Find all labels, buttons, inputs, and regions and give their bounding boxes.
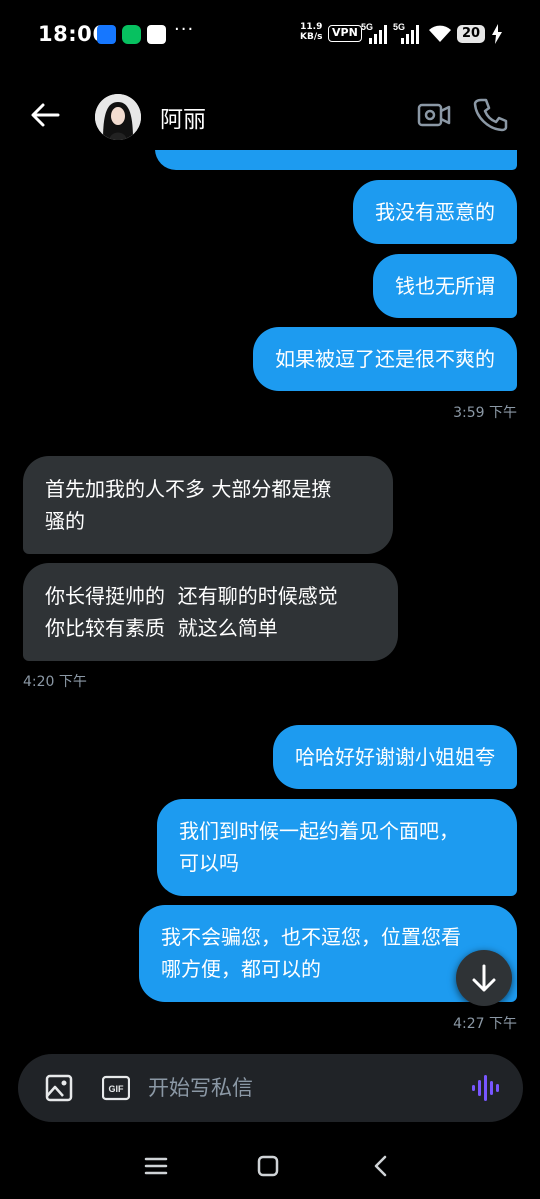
message-text-line: 哪方便，都可以的: [161, 957, 321, 981]
message-text-line: 你长得挺帅的 还有聊的时候感觉: [45, 584, 338, 608]
vpn-badge: VPN: [328, 25, 362, 42]
home-icon[interactable]: [254, 1152, 282, 1180]
scroll-to-bottom-button[interactable]: [456, 950, 512, 1006]
message-timestamp: 3:59 下午: [453, 405, 517, 421]
recent-apps-icon[interactable]: [142, 1152, 170, 1180]
network-speed-unit: KB/s: [300, 32, 323, 42]
status-bar: 18:06 ··· 11.9 KB/s VPN 5G 5G 20: [0, 0, 540, 68]
message-bubble[interactable]: 如果被逗了还是很不爽的: [253, 327, 517, 391]
arrow-down-icon: [472, 964, 496, 992]
image-icon[interactable]: [45, 1074, 73, 1102]
message-bubble[interactable]: 哈哈好好谢谢小姐姐夸: [273, 725, 517, 789]
message-bubble[interactable]: 我没有恶意的: [353, 180, 517, 244]
battery-level: 20: [457, 25, 486, 43]
network-speed: 11.9 KB/s: [300, 22, 322, 42]
wechat-app-icon: [122, 25, 141, 44]
gif-button[interactable]: GIF: [101, 1074, 131, 1102]
message-text-line: 我不会骗您，也不逗您，位置您看: [161, 925, 461, 949]
message-text: 钱也无所谓: [395, 274, 495, 298]
video-camera-icon[interactable]: [416, 98, 452, 132]
message-text-line: 骚的: [45, 509, 85, 533]
phone-icon[interactable]: [472, 96, 508, 132]
message-bubble[interactable]: 首先加我的人不多 大部分都是撩 骚的: [23, 456, 393, 554]
message-bubble[interactable]: 钱也无所谓: [373, 254, 517, 318]
alipay-app-icon: [97, 25, 116, 44]
message-timestamp: 4:27 下午: [453, 1016, 517, 1032]
message-bubble-partial[interactable]: [155, 150, 517, 170]
message-composer: GIF: [18, 1054, 523, 1122]
network-speed-value: 11.9: [300, 22, 323, 32]
message-input[interactable]: [148, 1064, 448, 1112]
sim2-label: 5G: [393, 22, 405, 32]
message-text-line: 你比较有素质 就这么简单: [45, 616, 278, 640]
back-nav-icon[interactable]: [367, 1152, 395, 1180]
message-text-line: 首先加我的人不多 大部分都是撩: [45, 477, 332, 501]
message-text: 哈哈好好谢谢小姐姐夸: [295, 745, 495, 769]
charging-icon: [492, 24, 502, 44]
avatar-image: [95, 94, 141, 140]
chat-header: 阿丽: [0, 80, 540, 150]
voice-message-icon[interactable]: [470, 1072, 502, 1104]
message-timestamp: 4:20 下午: [23, 674, 87, 690]
message-text: 我没有恶意的: [375, 200, 495, 224]
signal-2-icon: 5G: [393, 22, 419, 44]
tiktok-app-icon: [147, 25, 166, 44]
signal-1-icon: 5G: [361, 22, 387, 44]
back-arrow-icon[interactable]: [28, 98, 62, 132]
system-navigation-bar: [0, 1140, 540, 1199]
message-list[interactable]: 我没有恶意的 钱也无所谓 如果被逗了还是很不爽的 3:59 下午 首先加我的人不…: [0, 150, 540, 1050]
message-text-line: 可以吗: [179, 851, 239, 875]
wifi-icon: [429, 25, 451, 42]
more-notifications-icon: ···: [174, 19, 195, 40]
message-bubble[interactable]: 我们到时候一起约着见个面吧， 可以吗: [157, 799, 517, 896]
message-text: 如果被逗了还是很不爽的: [275, 347, 495, 371]
sim1-label: 5G: [361, 22, 373, 32]
message-bubble[interactable]: 你长得挺帅的 还有聊的时候感觉 你比较有素质 就这么简单: [23, 563, 398, 661]
contact-avatar[interactable]: [95, 94, 141, 140]
contact-name[interactable]: 阿丽: [160, 100, 206, 134]
message-text-line: 我们到时候一起约着见个面吧，: [179, 819, 459, 843]
gif-label: GIF: [109, 1084, 125, 1094]
gif-icon: GIF: [101, 1075, 131, 1101]
